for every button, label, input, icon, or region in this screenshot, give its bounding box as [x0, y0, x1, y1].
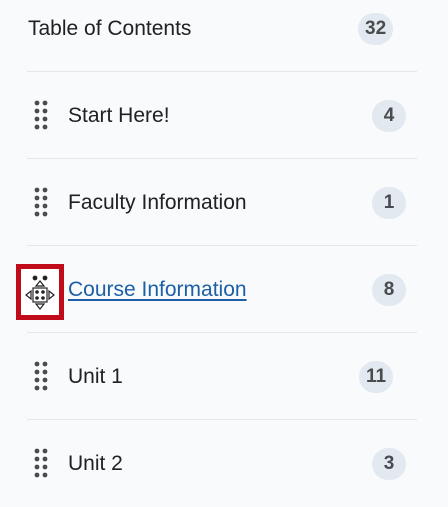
toc-item-label[interactable]: Faculty Information	[68, 159, 247, 246]
drag-handle-icon[interactable]	[34, 448, 48, 478]
toc-item-count-badge: 8	[372, 246, 406, 333]
toc-header-count: 32	[358, 12, 394, 45]
toc-item-count: 4	[372, 99, 406, 132]
toc-header-row[interactable]: Table of Contents 32	[0, 0, 448, 72]
toc-item-faculty-information[interactable]: Faculty Information 1	[0, 159, 448, 246]
toc-item-start-here[interactable]: Start Here! 4	[0, 72, 448, 159]
move-cursor-icon	[25, 275, 55, 310]
toc-item-label[interactable]: Start Here!	[68, 72, 170, 159]
toc-header-label: Table of Contents	[28, 16, 192, 40]
toc-item-count: 8	[372, 273, 406, 306]
table-of-contents-panel: Table of Contents 32 Start Here! 4 Facul…	[0, 0, 448, 494]
toc-item-unit-1[interactable]: Unit 1 11	[0, 333, 448, 420]
toc-item-count-badge: 11	[359, 333, 394, 420]
drag-handle-icon[interactable]	[34, 361, 48, 391]
toc-item-count: 11	[359, 360, 394, 393]
toc-header-count-badge: 32	[358, 0, 394, 72]
toc-item-count-badge: 1	[372, 159, 406, 246]
toc-item-link[interactable]: Course Information	[68, 246, 247, 333]
drag-handle-icon[interactable]	[34, 187, 48, 217]
toc-item-count-badge: 4	[372, 72, 406, 159]
toc-item-count: 1	[372, 186, 406, 219]
toc-item-label[interactable]: Unit 1	[68, 333, 123, 420]
toc-item-count: 3	[372, 447, 406, 480]
drag-highlight-box[interactable]	[16, 264, 64, 320]
drag-handle-icon[interactable]	[34, 100, 48, 130]
toc-item-course-information[interactable]: Course Information 8	[0, 246, 448, 333]
